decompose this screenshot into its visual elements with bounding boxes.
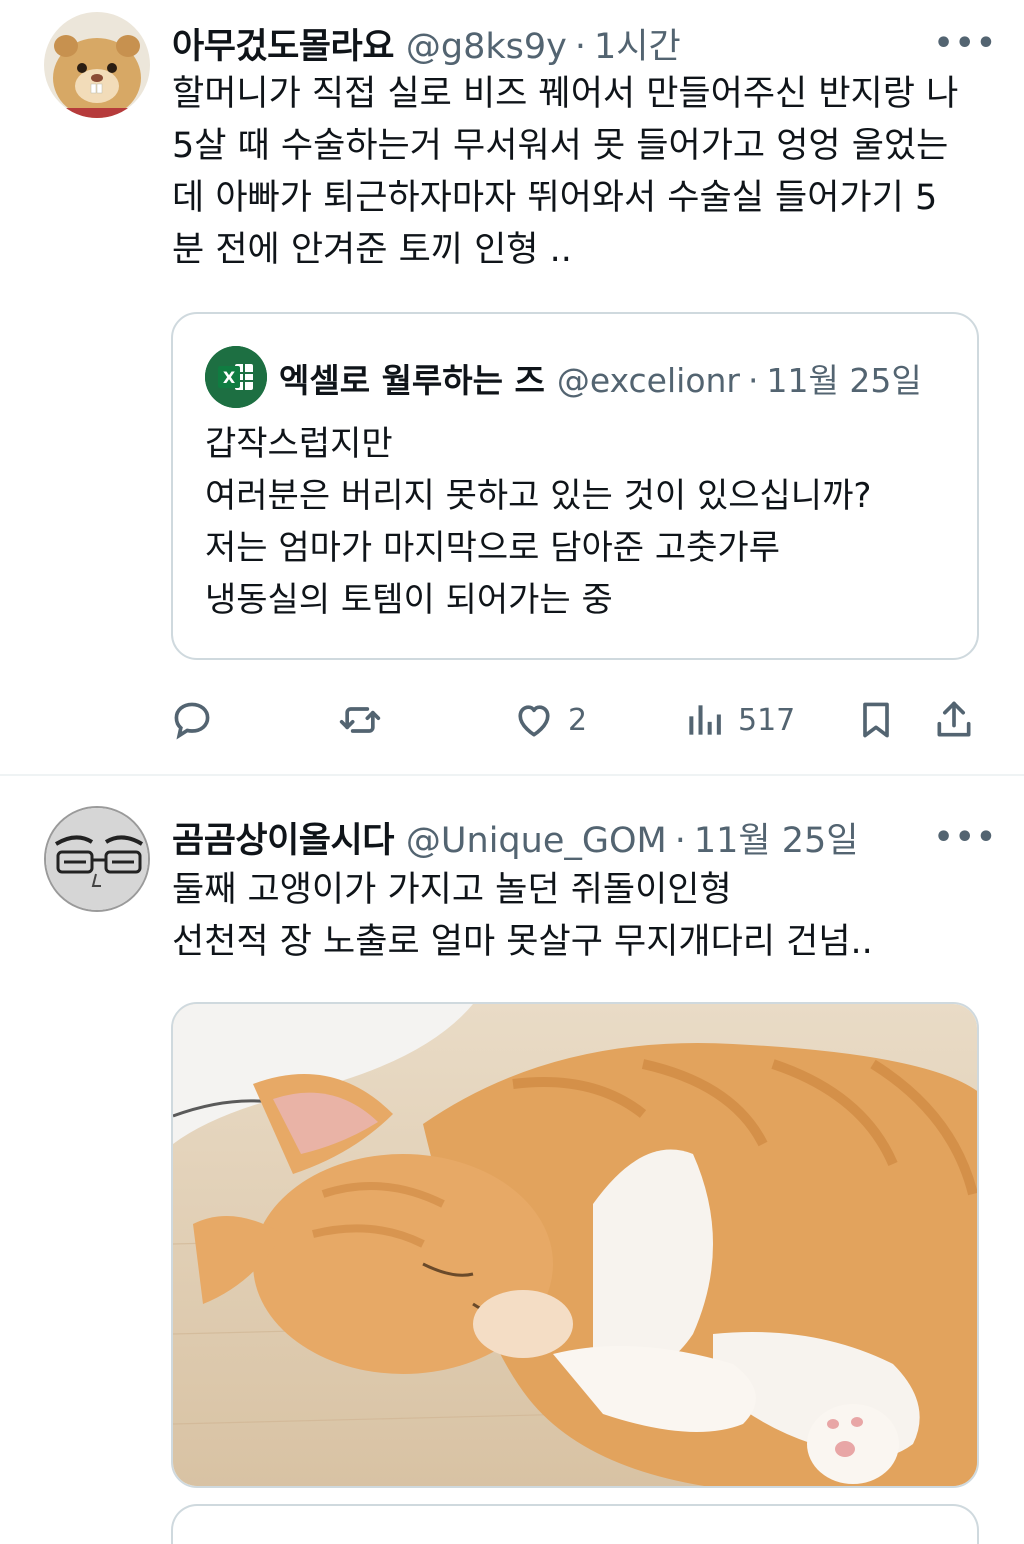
quoted-text-line: 갑작스럽지만 <box>205 424 393 464</box>
display-name[interactable]: 곰곰상이올시다 <box>172 812 394 863</box>
views-count: 517 <box>738 702 796 738</box>
glasses-face-avatar-image <box>46 808 148 910</box>
more-options-icon[interactable]: ••• <box>934 26 998 61</box>
timestamp[interactable]: 1시간 <box>594 18 681 69</box>
quoted-display-name: 엑셀로 월루하는 즈 <box>279 361 545 400</box>
tweet-header: 아무겄도몰라요 @g8ks9y · 1시간 <box>172 18 681 69</box>
tweet-text-line: 둘째 고앵이가 가지고 놀던 쥐돌이인형 <box>172 870 732 910</box>
tweet-text-line: 분 전에 안겨준 토끼 인형 .. <box>172 230 572 270</box>
tweet-text-line: 데 아빠가 퇴근하자마자 뛰어와서 수술실 들어가기 5 <box>172 178 938 218</box>
bookmark-icon <box>863 702 889 738</box>
excel-logo-icon: X <box>205 346 267 408</box>
tweet-text: 할머니가 직접 실로 비즈 꿰어서 만들어주신 반지랑 나 5살 때 수술하는거… <box>172 68 958 276</box>
views-icon <box>689 705 721 735</box>
quoted-timestamp: 11월 25일 <box>766 361 922 400</box>
sleeping-kitten-photo <box>173 1004 977 1486</box>
more-options-icon[interactable]: ••• <box>934 820 998 855</box>
tweet-header: 곰곰상이올시다 @Unique_GOM · 11월 25일 <box>172 812 858 863</box>
quoted-text-line: 저는 엄마가 마지막으로 담아준 고춧가루 <box>205 528 780 568</box>
reply-icon <box>174 702 210 740</box>
tweet-text-line: 5살 때 수술하는거 무서워서 못 들어가고 엉엉 울었는 <box>172 126 949 166</box>
share-button[interactable] <box>932 690 976 750</box>
bookmark-button[interactable] <box>854 690 898 750</box>
tweet-media-image[interactable] <box>171 1002 979 1488</box>
next-card-edge <box>171 1504 979 1544</box>
retweet-button[interactable] <box>338 690 382 750</box>
quoted-tweet-header: 엑셀로 월루하는 즈 @excelionr · 11월 25일 <box>279 354 922 402</box>
user-avatar-hamster[interactable] <box>44 12 150 118</box>
separator-dot: · <box>748 361 759 400</box>
user-handle[interactable]: @g8ks9y <box>406 27 567 67</box>
retweet-icon <box>339 707 381 733</box>
quoted-tweet[interactable]: X 엑셀로 월루하는 즈 @excelionr · 11월 25일 갑작스럽지만… <box>171 312 979 660</box>
hamster-avatar-image <box>44 12 150 118</box>
views-button[interactable]: 517 <box>682 690 795 750</box>
excel-icon-letter: X <box>223 368 236 387</box>
share-icon <box>937 701 971 737</box>
display-name[interactable]: 아무겄도몰라요 <box>172 18 394 69</box>
quoted-text-line: 여러분은 버리지 못하고 있는 것이 있으십니까? <box>205 476 872 516</box>
timestamp[interactable]: 11월 25일 <box>694 812 859 863</box>
tweet-text: 둘째 고앵이가 가지고 놀던 쥐돌이인형 선천적 장 노출로 얼마 못살구 무지… <box>172 864 873 968</box>
quoted-user-handle: @excelionr <box>556 361 740 400</box>
reply-button[interactable] <box>170 690 214 750</box>
user-handle[interactable]: @Unique_GOM <box>406 821 667 861</box>
user-avatar-glasses[interactable] <box>44 806 150 912</box>
quoted-tweet-text: 갑작스럽지만 여러분은 버리지 못하고 있는 것이 있으십니까? 저는 엄마가 … <box>205 418 871 626</box>
tweet-text-line: 할머니가 직접 실로 비즈 꿰어서 만들어주신 반지랑 나 <box>172 74 959 114</box>
tweet-1[interactable]: 아무겄도몰라요 @g8ks9y · 1시간 ••• 할머니가 직접 실로 비즈 … <box>0 0 1024 776</box>
excel-icon: X <box>205 346 267 408</box>
tweet-2[interactable]: 곰곰상이올시다 @Unique_GOM · 11월 25일 ••• 둘째 고앵이… <box>0 776 1024 1544</box>
separator-dot: · <box>574 27 587 67</box>
tweet-actions-bar: 2 517 <box>170 690 980 750</box>
like-count: 2 <box>568 702 588 738</box>
tweet-text-line: 선천적 장 노출로 얼마 못살구 무지개다리 건넘.. <box>172 922 873 962</box>
quoted-text-line: 냉동실의 토템이 되어가는 중 <box>205 580 613 620</box>
like-button[interactable]: 2 <box>512 690 587 750</box>
separator-dot: · <box>674 821 686 861</box>
heart-icon <box>518 705 550 737</box>
